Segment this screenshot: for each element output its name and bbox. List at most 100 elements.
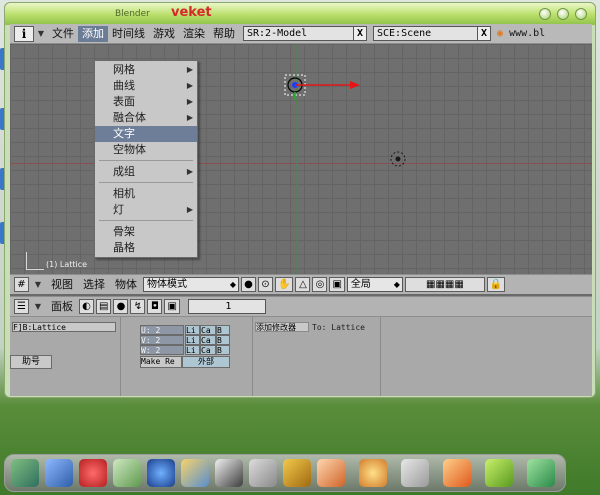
menu-file[interactable]: 文件	[48, 26, 78, 42]
shading-icon[interactable]: ●	[113, 299, 129, 314]
buttons-editor-icon[interactable]: ☰	[14, 299, 29, 314]
editor-icon[interactable]	[113, 459, 141, 487]
layer-buttons[interactable]: ▦▦▦▦	[404, 277, 485, 292]
menu-render[interactable]: 渲染	[179, 26, 209, 42]
orientation-selector[interactable]: 全局 ◆	[346, 277, 403, 292]
users-icon[interactable]	[181, 459, 209, 487]
add-menu-item-metaball[interactable]: 融合体 ▶	[95, 110, 197, 126]
u-cardinal-button[interactable]: Ca	[200, 325, 216, 335]
add-modifier-button[interactable]: 添加修改器	[255, 322, 309, 332]
scene-icon[interactable]: ▣	[164, 299, 180, 314]
w-resolution-field[interactable]: W: 2	[140, 345, 184, 355]
qq-penguin-icon[interactable]	[215, 459, 243, 487]
menu-game[interactable]: 游戏	[149, 26, 179, 42]
mode-dropdown-icon: ◆	[229, 280, 236, 289]
outside-button[interactable]: 外部	[182, 356, 230, 368]
camera-cursor-icon[interactable]	[390, 151, 406, 167]
add-menu-item-lamp[interactable]: 灯 ▶	[95, 202, 197, 218]
editor-type-icon[interactable]: #	[14, 277, 29, 292]
w-linear-button[interactable]: Li	[185, 345, 200, 355]
add-menu-item-mesh[interactable]: 网格 ▶	[95, 62, 197, 78]
panels-menu[interactable]: 面板	[47, 299, 77, 315]
menu-view[interactable]: 视图	[47, 277, 77, 293]
add-menu-item-curve[interactable]: 曲线 ▶	[95, 78, 197, 94]
w-cardinal-button[interactable]: Ca	[200, 345, 216, 355]
paint-palette-icon[interactable]	[359, 459, 387, 487]
add-menu-item-empty[interactable]: 空物体	[95, 142, 197, 158]
help-button[interactable]: 助号	[10, 355, 52, 369]
media-player-icon[interactable]	[147, 459, 175, 487]
v-resolution-field[interactable]: V: 2	[140, 335, 184, 345]
disk-icon[interactable]	[401, 459, 429, 487]
screen-delete-icon[interactable]: X	[353, 26, 367, 41]
menu-object[interactable]: 物体	[111, 277, 141, 293]
screen-selector[interactable]: SR:2-Model X	[243, 26, 367, 41]
font-icon[interactable]	[443, 459, 471, 487]
pivot-icon[interactable]: ⊙	[258, 277, 273, 292]
window-titlebar[interactable]: Blender veket	[5, 3, 595, 25]
add-menu-item-surface[interactable]: 表面 ▶	[95, 94, 197, 110]
submenu-arrow-icon: ▶	[186, 205, 193, 214]
u-bspline-button[interactable]: B	[216, 325, 230, 335]
modifier-target-label: To: Lattice	[312, 323, 365, 332]
scene-delete-icon[interactable]: X	[477, 26, 491, 41]
scene-selector[interactable]: SCE:Scene X	[373, 26, 491, 41]
maximize-button[interactable]	[557, 8, 569, 20]
3d-viewport[interactable]: (1) Lattice 网格 ▶ 曲线 ▶ 表面 ▶ 融合体 ▶ 文字 空物体 成组 ▶ …	[10, 44, 592, 274]
v-cardinal-button[interactable]: Ca	[200, 335, 216, 345]
mode-selector[interactable]: 物体模式 ◆	[143, 277, 239, 292]
panel-divider	[252, 317, 253, 396]
monitor-icon[interactable]	[45, 459, 73, 487]
rotate-icon[interactable]: ◎	[312, 277, 328, 292]
dock-app-icon[interactable]	[11, 459, 39, 487]
help-icon[interactable]	[485, 459, 513, 487]
gallery-icon[interactable]	[317, 459, 345, 487]
info-button[interactable]: i	[14, 25, 34, 42]
w-bspline-button[interactable]: B	[216, 345, 230, 355]
v-linear-button[interactable]: Li	[185, 335, 200, 345]
screen-selector-value: SR:2-Model	[247, 28, 308, 39]
header-collapse-icon[interactable]: ▼	[31, 302, 45, 311]
add-menu-item-group[interactable]: 成组 ▶	[95, 164, 197, 180]
add-menu-label: 表面	[113, 95, 135, 108]
add-menu-label: 文字	[113, 127, 135, 140]
window-title-main: veket	[171, 5, 212, 20]
frame-stepper[interactable]: 1	[187, 299, 266, 314]
photo-icon[interactable]	[249, 459, 277, 487]
header-collapse-icon[interactable]: ▼	[34, 29, 48, 38]
header-collapse-icon[interactable]: ▼	[31, 280, 45, 289]
editing-icon[interactable]: ◘	[147, 299, 163, 314]
add-menu-item-text[interactable]: 文字	[95, 126, 197, 142]
object-icon[interactable]: ↯	[130, 299, 146, 314]
object-name-field[interactable]: F]B:Lattice	[12, 322, 116, 332]
u-resolution-field[interactable]: U: 2	[140, 325, 184, 335]
transform-hand-icon[interactable]: ✋	[275, 277, 294, 292]
menu-timeline[interactable]: 时间线	[108, 26, 149, 42]
minimize-button[interactable]	[539, 8, 551, 20]
pet-app-icon[interactable]	[79, 459, 107, 487]
menu-help[interactable]: 帮助	[209, 26, 239, 42]
close-button[interactable]	[575, 8, 587, 20]
add-menu-item-lattice[interactable]: 晶格	[95, 240, 197, 256]
menu-add[interactable]: 添加	[78, 25, 108, 42]
u-linear-button[interactable]: Li	[185, 325, 200, 335]
v-bspline-button[interactable]: B	[216, 335, 230, 345]
camera-icon[interactable]	[527, 459, 555, 487]
scale-icon[interactable]: ▣	[329, 277, 345, 292]
menu-select[interactable]: 选择	[79, 277, 109, 293]
window-controls	[539, 8, 587, 20]
add-menu-item-camera[interactable]: 相机	[95, 186, 197, 202]
draw-type-icon[interactable]: ●	[241, 277, 256, 292]
files-icon[interactable]	[283, 459, 311, 487]
taskbar-dock	[4, 454, 566, 492]
script-icon[interactable]: ▤	[96, 299, 112, 314]
window-title-small: Blender	[115, 9, 150, 19]
buttons-header: ☰ ▼ 面板 ◐ ▤ ● ↯ ◘ ▣ 1	[10, 296, 592, 316]
lock-icon[interactable]: 🔒	[486, 277, 506, 292]
translate-icon[interactable]: △	[295, 277, 311, 292]
logic-icon[interactable]: ◐	[79, 299, 94, 314]
add-menu-item-armature[interactable]: 骨架	[95, 224, 197, 240]
make-regular-button[interactable]: Make Re	[140, 356, 182, 368]
lattice-object[interactable]	[284, 74, 360, 100]
blender-url[interactable]: ◉ www.bl	[497, 28, 545, 39]
